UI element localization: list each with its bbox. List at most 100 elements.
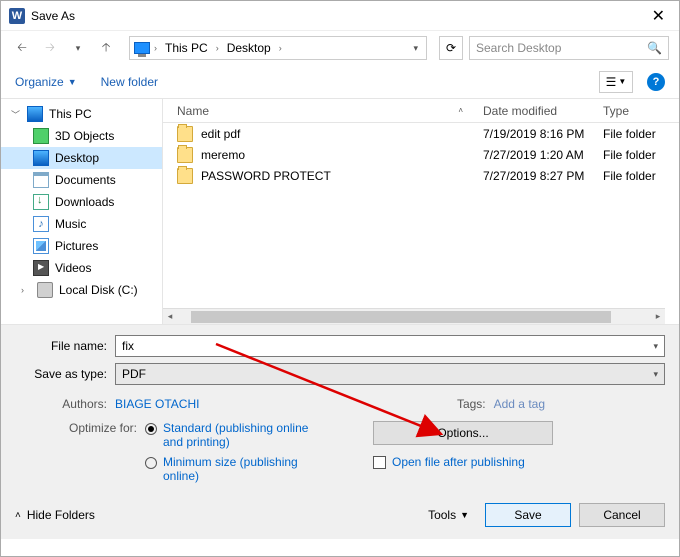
options-button[interactable]: Options... <box>373 421 553 445</box>
up-button[interactable]: 🡡 <box>95 37 117 59</box>
sidebar-item-local-disk[interactable]: › Local Disk (C:) <box>1 279 162 301</box>
sidebar-item-label: Downloads <box>55 195 114 209</box>
hide-folders-button[interactable]: ˄ Hide Folders <box>15 508 95 522</box>
search-input[interactable]: Search Desktop 🔍 <box>469 36 669 60</box>
chevron-down-icon: ▼ <box>68 77 77 87</box>
recent-dropdown-icon[interactable]: ▾ <box>67 37 89 59</box>
column-type[interactable]: Type <box>603 104 679 118</box>
main-area: ﹀ This PC 3D Objects Desktop Documents D… <box>1 99 679 324</box>
radio-standard[interactable]: Standard (publishing online and printing… <box>145 421 313 449</box>
file-date: 7/27/2019 8:27 PM <box>483 169 603 183</box>
forward-button[interactable]: 🡢 <box>39 37 61 59</box>
sidebar-item-label: This PC <box>49 107 92 121</box>
file-name: PASSWORD PROTECT <box>201 169 331 183</box>
chevron-down-icon[interactable]: ▾ <box>653 369 658 380</box>
new-folder-button[interactable]: New folder <box>101 75 158 89</box>
file-type: File folder <box>603 169 679 183</box>
file-list-pane: Name˄ Date modified Type edit pdf 7/19/2… <box>163 99 679 324</box>
cancel-button[interactable]: Cancel <box>579 503 665 527</box>
address-dropdown-icon[interactable]: ▾ <box>409 43 422 54</box>
this-pc-icon <box>27 106 43 122</box>
sidebar-item-videos[interactable]: Videos <box>1 257 162 279</box>
desktop-icon <box>33 150 49 166</box>
tools-dropdown[interactable]: Tools▼ <box>420 504 477 526</box>
sidebar-item-label: 3D Objects <box>55 129 114 143</box>
open-after-checkbox[interactable]: Open file after publishing <box>373 455 553 469</box>
title-bar: W Save As ✕ <box>1 1 679 31</box>
sidebar-item-label: Documents <box>55 173 116 187</box>
file-row[interactable]: edit pdf 7/19/2019 8:16 PM File folder <box>163 123 679 144</box>
search-placeholder: Search Desktop <box>476 41 647 55</box>
documents-icon <box>33 172 49 188</box>
filename-input[interactable]: fix ▾ <box>115 335 665 357</box>
navigation-pane: ﹀ This PC 3D Objects Desktop Documents D… <box>1 99 163 324</box>
downloads-icon <box>33 194 49 210</box>
horizontal-scrollbar[interactable]: ◂ ▸ <box>163 308 665 324</box>
sidebar-item-pictures[interactable]: Pictures <box>1 235 162 257</box>
radio-icon <box>145 423 157 435</box>
videos-icon <box>33 260 49 276</box>
folder-icon <box>177 168 193 184</box>
sidebar-item-this-pc[interactable]: ﹀ This PC <box>1 103 162 125</box>
column-headers: Name˄ Date modified Type <box>163 99 679 123</box>
save-as-type-dropdown[interactable]: PDF ▾ <box>115 363 665 385</box>
chevron-right-icon: › <box>214 43 221 53</box>
file-type: File folder <box>603 127 679 141</box>
pictures-icon <box>33 238 49 254</box>
breadcrumb-this-pc[interactable]: This PC <box>161 39 212 57</box>
scroll-left-icon[interactable]: ◂ <box>163 311 177 322</box>
organize-button[interactable]: Organize▼ <box>15 75 77 89</box>
back-button[interactable]: 🡠 <box>11 37 33 59</box>
nav-row: 🡠 🡢 ▾ 🡡 › This PC › Desktop › ▾ ⟳ Search… <box>1 31 679 65</box>
sidebar-item-label: Pictures <box>55 239 98 253</box>
music-icon <box>33 216 49 232</box>
file-date: 7/27/2019 1:20 AM <box>483 148 603 162</box>
file-row[interactable]: meremo 7/27/2019 1:20 AM File folder <box>163 144 679 165</box>
3d-objects-icon <box>33 128 49 144</box>
help-button[interactable]: ? <box>647 73 665 91</box>
sidebar-item-3d-objects[interactable]: 3D Objects <box>1 125 162 147</box>
chevron-up-icon: ˄ <box>15 510 21 521</box>
chevron-right-icon: › <box>152 43 159 53</box>
file-name: meremo <box>201 148 245 162</box>
save-as-type-label: Save as type: <box>15 367 115 381</box>
word-app-icon: W <box>9 8 25 24</box>
checkbox-label: Open file after publishing <box>392 455 525 469</box>
sidebar-item-label: Desktop <box>55 151 99 165</box>
scroll-right-icon[interactable]: ▸ <box>651 311 665 322</box>
file-name: edit pdf <box>201 127 240 141</box>
chevron-right-icon: › <box>277 43 284 53</box>
chevron-down-icon[interactable]: ▾ <box>653 341 658 352</box>
save-button[interactable]: Save <box>485 503 571 527</box>
sidebar-item-music[interactable]: Music <box>1 213 162 235</box>
column-name[interactable]: Name˄ <box>163 104 483 118</box>
address-bar[interactable]: › This PC › Desktop › ▾ <box>129 36 427 60</box>
view-options-button[interactable]: ☰▼ <box>599 71 633 93</box>
sidebar-item-desktop[interactable]: Desktop <box>1 147 162 169</box>
chevron-down-icon: ▼ <box>460 510 469 520</box>
search-icon: 🔍 <box>647 41 662 55</box>
file-row[interactable]: PASSWORD PROTECT 7/27/2019 8:27 PM File … <box>163 165 679 186</box>
sidebar-item-documents[interactable]: Documents <box>1 169 162 191</box>
filename-label: File name: <box>15 339 115 353</box>
optimize-radio-group: Standard (publishing online and printing… <box>145 421 313 483</box>
close-button[interactable]: ✕ <box>646 6 671 26</box>
sidebar-item-downloads[interactable]: Downloads <box>1 191 162 213</box>
optimize-label: Optimize for: <box>15 421 145 483</box>
sidebar-item-label: Videos <box>55 261 91 275</box>
refresh-button[interactable]: ⟳ <box>439 36 463 60</box>
folder-icon <box>177 126 193 142</box>
tags-value[interactable]: Add a tag <box>494 397 545 411</box>
view-icon: ☰ <box>606 75 617 89</box>
window-title: Save As <box>31 9 646 23</box>
radio-minimum[interactable]: Minimum size (publishing online) <box>145 455 313 483</box>
scroll-thumb[interactable] <box>191 311 611 323</box>
radio-icon <box>145 457 157 469</box>
expand-icon[interactable]: ﹀ <box>11 108 21 121</box>
column-date[interactable]: Date modified <box>483 104 603 118</box>
authors-value[interactable]: BIAGE OTACHI <box>115 397 199 411</box>
breadcrumb-desktop[interactable]: Desktop <box>223 39 275 57</box>
radio-label: Minimum size (publishing online) <box>163 455 313 483</box>
disk-icon <box>37 282 53 298</box>
expand-icon[interactable]: › <box>21 285 31 295</box>
